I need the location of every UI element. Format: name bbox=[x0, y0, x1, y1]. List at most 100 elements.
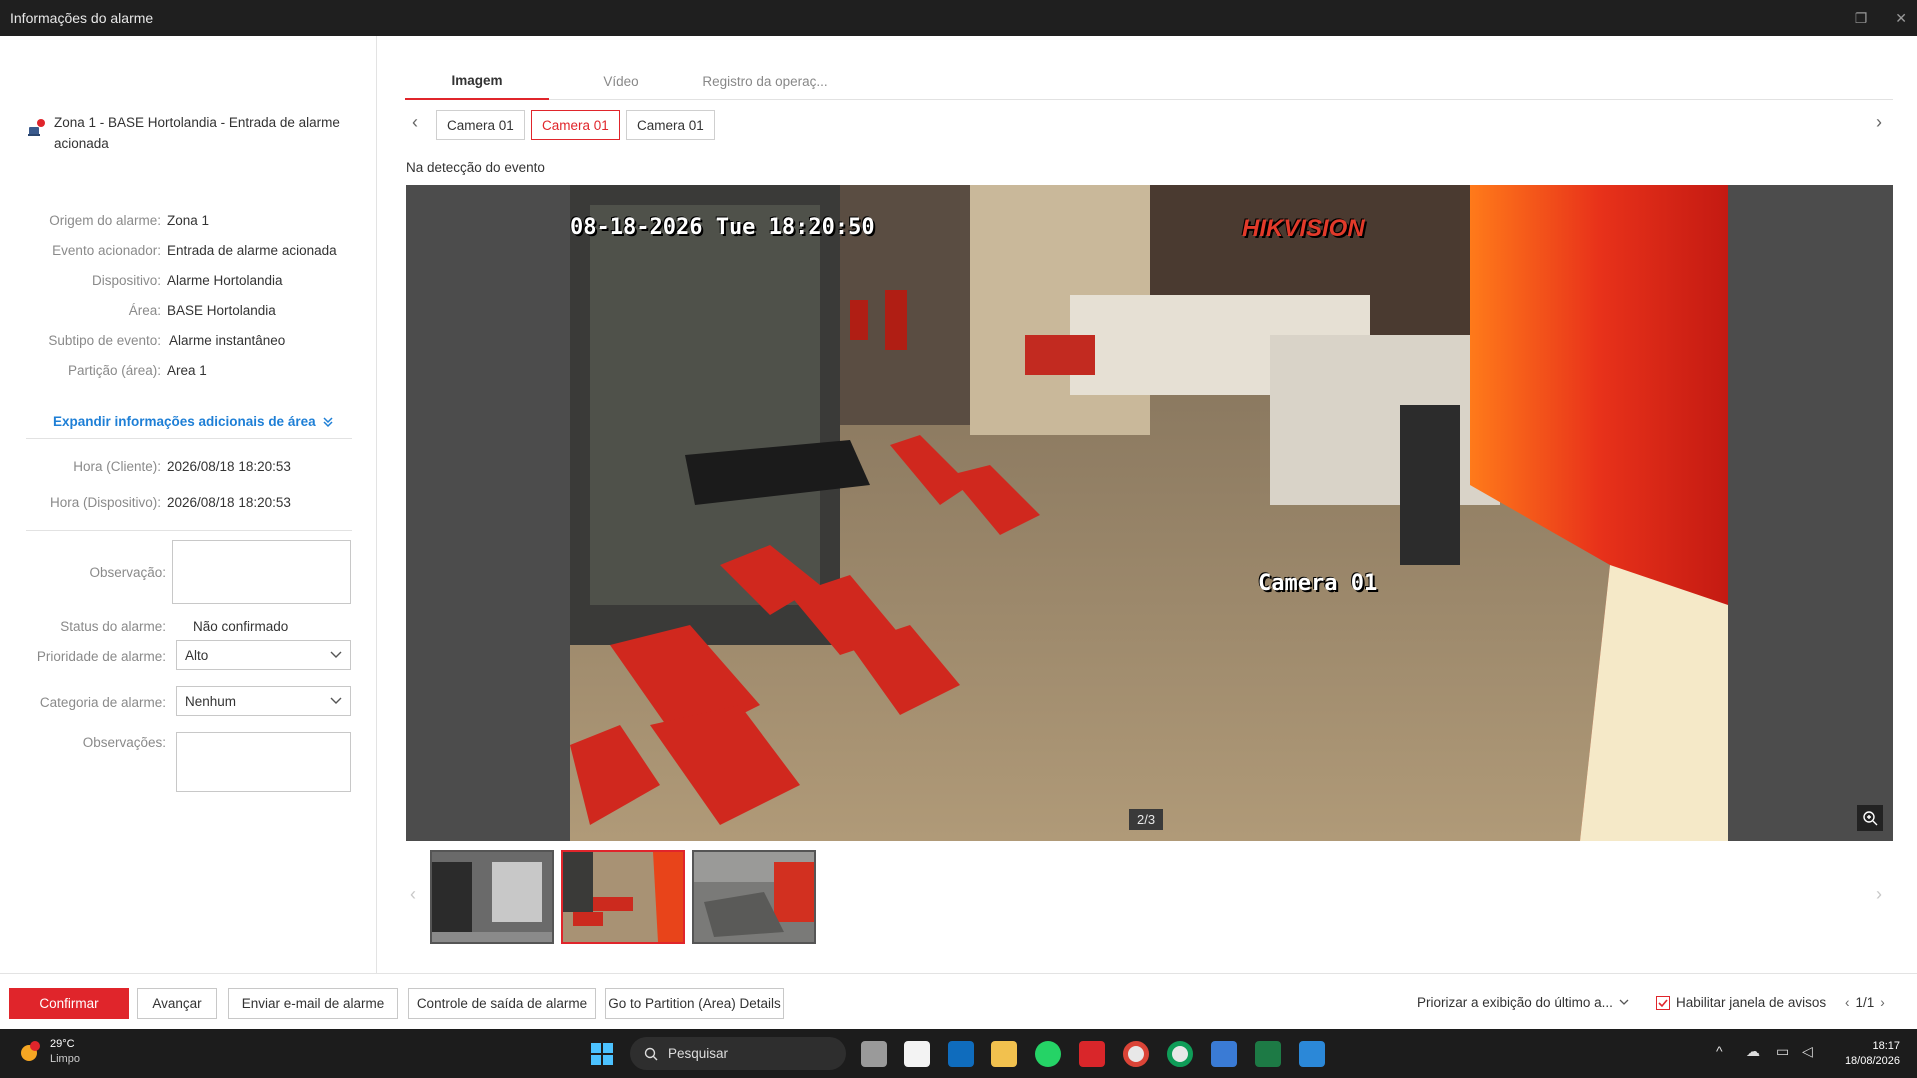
chrome-profile-icon[interactable] bbox=[1167, 1041, 1193, 1067]
divider bbox=[26, 438, 352, 439]
priority-display-select[interactable]: Priorizar a exibição do último a... bbox=[1417, 995, 1629, 1010]
app-red-icon[interactable] bbox=[1079, 1041, 1105, 1067]
tray-volume-icon[interactable]: ◁ bbox=[1802, 1043, 1813, 1060]
thumbnail-image bbox=[563, 852, 683, 942]
alarm-details-panel: Zona 1 - BASE Hortolandia - Entrada de a… bbox=[0, 36, 377, 973]
prioridade-label: Prioridade de alarme: bbox=[36, 649, 166, 664]
weather-widget[interactable]: 29°C Limpo bbox=[16, 1037, 80, 1067]
detail-value: BASE Hortolandia bbox=[167, 303, 276, 318]
search-icon bbox=[644, 1047, 658, 1060]
restore-icon[interactable]: ❐ bbox=[1855, 10, 1868, 27]
categoria-select[interactable]: Nenhum bbox=[176, 686, 351, 716]
camera-button-3[interactable]: Camera 01 bbox=[626, 110, 715, 140]
camera-prev-arrow-icon[interactable]: ‹ bbox=[412, 112, 418, 133]
pagination: ‹ 1/1 › bbox=[1845, 995, 1885, 1010]
detail-row-area: Área: BASE Hortolandia bbox=[0, 303, 377, 318]
task-view-icon[interactable] bbox=[861, 1041, 887, 1067]
chevron-down-icon bbox=[330, 651, 342, 658]
time-row-cliente: Hora (Cliente): 2026/08/18 18:20:53 bbox=[0, 459, 377, 474]
window-titlebar: Informações do alarme ❐ ✕ bbox=[0, 0, 1917, 36]
weather-sun-icon bbox=[21, 1041, 40, 1061]
tab-imagem[interactable]: Imagem bbox=[405, 62, 549, 100]
page-prev-icon[interactable]: ‹ bbox=[1845, 995, 1850, 1010]
clock-time: 18:17 bbox=[1872, 1040, 1900, 1052]
tab-video[interactable]: Vídeo bbox=[549, 62, 693, 100]
chevron-down-icon bbox=[330, 697, 342, 704]
notepad-icon[interactable] bbox=[1211, 1041, 1237, 1067]
detail-value: Entrada de alarme acionada bbox=[167, 243, 337, 258]
send-email-button[interactable]: Enviar e-mail de alarme bbox=[228, 988, 398, 1019]
enable-popup-label: Habilitar janela de avisos bbox=[1676, 995, 1827, 1010]
thumbnail-2[interactable] bbox=[561, 850, 685, 944]
alarm-output-button[interactable]: Controle de saída de alarme bbox=[408, 988, 596, 1019]
event-capture-label: Na detecção do evento bbox=[406, 160, 545, 175]
partition-details-button[interactable]: Go to Partition (Area) Details bbox=[605, 988, 784, 1019]
expand-area-info-link[interactable]: Expandir informações adicionais de área bbox=[53, 414, 334, 429]
detail-label: Partição (área): bbox=[67, 363, 161, 378]
tray-clock[interactable]: 18:17 18/08/2026 bbox=[1830, 1039, 1900, 1069]
tab-registro[interactable]: Registro da operaç... bbox=[693, 62, 837, 100]
excel-icon[interactable] bbox=[1255, 1041, 1281, 1067]
tray-network-icon[interactable]: ▭ bbox=[1776, 1043, 1789, 1060]
app-blue-icon[interactable] bbox=[1299, 1041, 1325, 1067]
divider bbox=[26, 530, 352, 531]
observacoes-label: Observações: bbox=[82, 735, 166, 750]
thumbnail-1[interactable] bbox=[430, 850, 554, 944]
detail-row-origem: Origem do alarme: Zona 1 bbox=[0, 213, 377, 228]
observacao-label: Observação: bbox=[89, 565, 166, 580]
clock-date: 18/08/2026 bbox=[1844, 1055, 1900, 1067]
detail-row-subtipo: Subtipo de evento: Alarme instantâneo bbox=[0, 333, 377, 348]
weather-desc: Limpo bbox=[50, 1053, 80, 1065]
chevron-down-icon bbox=[1619, 999, 1629, 1005]
osd-timestamp: 08-18-2026 Tue 18:20:50 bbox=[570, 215, 875, 240]
time-row-dispositivo: Hora (Dispositivo): 2026/08/18 18:20:53 bbox=[0, 495, 377, 510]
close-icon[interactable]: ✕ bbox=[1895, 10, 1907, 27]
camera-next-arrow-icon[interactable]: › bbox=[1876, 112, 1882, 133]
thumb-next-arrow-icon[interactable]: › bbox=[1876, 884, 1882, 905]
thumb-prev-arrow-icon[interactable]: ‹ bbox=[410, 884, 416, 905]
page-next-icon[interactable]: › bbox=[1880, 995, 1885, 1010]
time-label: Hora (Dispositivo): bbox=[49, 495, 161, 510]
camera-snapshot: 08-18-2026 Tue 18:20:50 HIKVISION Camera… bbox=[570, 185, 1728, 841]
next-button[interactable]: Avançar bbox=[137, 988, 217, 1019]
file-explorer-icon[interactable] bbox=[991, 1041, 1017, 1067]
enable-popup-checkbox[interactable]: Habilitar janela de avisos bbox=[1656, 995, 1826, 1010]
window-controls: ❐ ✕ bbox=[1855, 0, 1907, 36]
content-tabs: Imagem Vídeo Registro da operaç... bbox=[405, 62, 1893, 100]
detail-value: Zona 1 bbox=[167, 213, 210, 228]
chrome-icon[interactable] bbox=[1123, 1041, 1149, 1067]
detail-label: Origem do alarme: bbox=[49, 213, 161, 228]
camera-button-2[interactable]: Camera 01 bbox=[531, 110, 620, 140]
detail-label: Evento acionador: bbox=[52, 243, 161, 258]
priority-display-label: Priorizar a exibição do último a... bbox=[1417, 995, 1613, 1010]
search-placeholder: Pesquisar bbox=[668, 1046, 729, 1061]
prioridade-value: Alto bbox=[185, 647, 209, 663]
weather-temp: 29°C bbox=[50, 1038, 75, 1050]
detail-label: Área: bbox=[128, 303, 161, 318]
thumbnail-3[interactable] bbox=[692, 850, 816, 944]
observacao-field[interactable] bbox=[172, 540, 351, 604]
detail-value: Alarme instantâneo bbox=[169, 333, 286, 348]
window-title: Informações do alarme bbox=[10, 10, 154, 26]
time-value: 2026/08/18 18:20:53 bbox=[167, 495, 291, 510]
image-counter: 2/3 bbox=[1129, 809, 1164, 830]
outlook-icon[interactable] bbox=[948, 1041, 974, 1067]
tray-cloud-icon[interactable]: ☁ bbox=[1746, 1043, 1760, 1060]
observacoes-field[interactable] bbox=[176, 732, 351, 792]
zoom-button[interactable] bbox=[1857, 805, 1883, 831]
tray-chevron-up-icon[interactable]: ^ bbox=[1716, 1043, 1723, 1059]
snipping-tool-icon[interactable] bbox=[904, 1041, 930, 1067]
taskbar-search[interactable]: Pesquisar bbox=[630, 1037, 846, 1070]
alarm-title: Zona 1 - BASE Hortolandia - Entrada de a… bbox=[54, 115, 340, 151]
osd-camera-name: Camera 01 bbox=[1258, 571, 1378, 596]
confirm-button[interactable]: Confirmar bbox=[9, 988, 129, 1019]
detail-label: Dispositivo: bbox=[91, 273, 161, 288]
camera-button-1[interactable]: Camera 01 bbox=[436, 110, 525, 140]
detail-row-dispositivo: Dispositivo: Alarme Hortolandia bbox=[0, 273, 377, 288]
detail-row-evento: Evento acionador: Entrada de alarme acio… bbox=[0, 243, 377, 258]
page-indicator: 1/1 bbox=[1855, 995, 1875, 1010]
status-label: Status do alarme: bbox=[60, 619, 166, 634]
windows-start-icon[interactable] bbox=[591, 1043, 613, 1065]
prioridade-select[interactable]: Alto bbox=[176, 640, 351, 670]
whatsapp-icon[interactable] bbox=[1035, 1041, 1061, 1067]
